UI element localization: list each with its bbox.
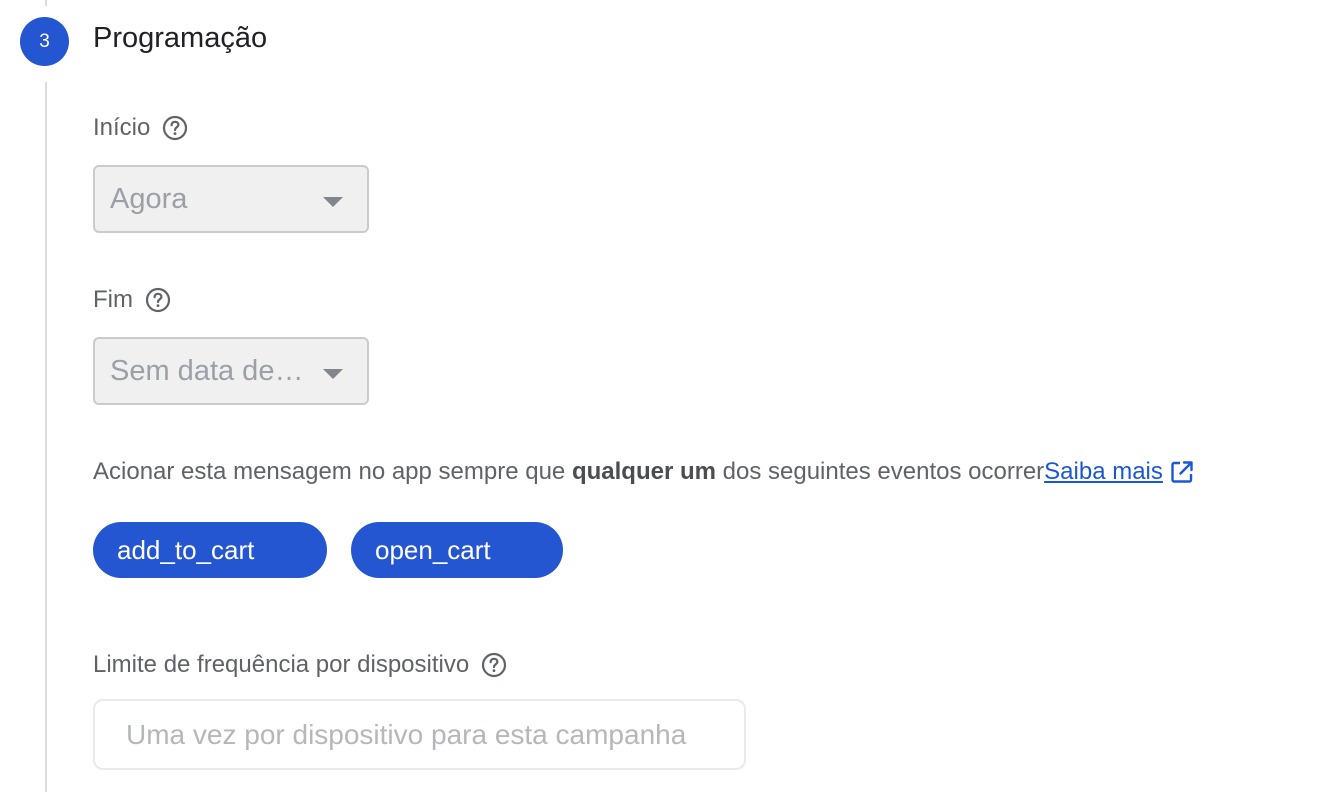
help-icon[interactable] — [162, 115, 188, 141]
caret-down-icon — [323, 197, 343, 207]
help-icon[interactable] — [481, 652, 507, 678]
end-field-label: Fim — [93, 286, 171, 314]
step-rail — [45, 82, 47, 792]
event-chip-label: add_to_cart — [117, 534, 255, 565]
step-number-badge: 3 — [20, 17, 69, 66]
start-select[interactable]: Agora — [93, 165, 369, 233]
frequency-field-label: Limite de frequência por dispositivo — [93, 651, 507, 679]
caret-down-icon — [323, 369, 343, 379]
end-select[interactable]: Sem data de… — [93, 337, 369, 405]
start-field-label: Início — [93, 114, 188, 142]
trigger-description: Acionar esta mensagem no app sempre que … — [93, 458, 1196, 486]
trigger-text-after: dos seguintes eventos ocorrer — [715, 458, 1045, 485]
step-number: 3 — [39, 30, 50, 52]
start-label-text: Início — [93, 114, 151, 141]
frequency-label-text: Limite de frequência por dispositivo — [93, 651, 470, 678]
frequency-limit-input[interactable] — [93, 699, 746, 770]
event-chip[interactable]: open_cart — [351, 522, 563, 578]
trigger-text-bold: qualquer um — [571, 458, 716, 485]
event-chip[interactable]: add_to_cart — [93, 522, 327, 578]
start-select-value: Agora — [110, 182, 188, 215]
event-chip-label: open_cart — [375, 534, 491, 565]
step-connector-top — [45, 0, 47, 6]
end-label-text: Fim — [93, 286, 133, 313]
step-title: Programação — [93, 22, 268, 54]
help-icon[interactable] — [145, 287, 171, 313]
trigger-text-before: Acionar esta mensagem no app sempre que — [93, 458, 572, 485]
end-select-value: Sem data de… — [110, 354, 304, 387]
learn-more-link[interactable]: Saiba mais — [1044, 458, 1163, 486]
open-in-new-icon[interactable] — [1168, 458, 1196, 486]
